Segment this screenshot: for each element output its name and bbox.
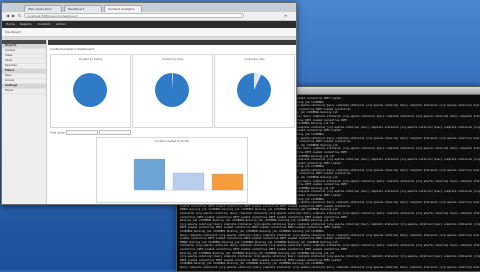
pie-title: Content by Status	[78, 58, 103, 61]
date-from-field[interactable]	[66, 130, 99, 135]
sidebar-item[interactable]: Export	[2, 89, 46, 94]
bar-2[interactable]	[172, 172, 205, 191]
pie-slice	[172, 73, 174, 90]
pie-chart[interactable]	[73, 73, 107, 107]
menu-icon[interactable]: ≡	[284, 13, 288, 18]
pie-chart[interactable]	[155, 73, 189, 107]
app-menu-bar: Home Reports Content Admin	[2, 21, 296, 28]
page-content: Reports Content Views Users Searches Filters S…	[2, 40, 296, 204]
address-bar[interactable]: localhost:8080/reports/dashboard	[24, 13, 244, 18]
page-header: Dashboard	[2, 28, 296, 37]
tab-strip: Web Application Dashboard Content Analyt…	[2, 3, 296, 21]
menu-item-reports[interactable]: Reports	[20, 21, 32, 28]
back-icon[interactable]: ◀	[6, 13, 10, 18]
menu-item-admin[interactable]: Admin	[56, 21, 66, 28]
tab-2[interactable]: Dashboard	[64, 5, 102, 12]
pie-slice	[254, 73, 262, 90]
dashboard-title: Content Analytics Dashboard	[50, 47, 94, 51]
bar-chart-panel: Content Created by Month	[96, 137, 248, 203]
pie-slice	[254, 73, 262, 90]
bar-1[interactable]	[133, 158, 166, 191]
tab-1[interactable]: Web Application	[24, 5, 62, 12]
menu-item-home[interactable]: Home	[6, 21, 15, 28]
page-title: Dashboard	[5, 30, 22, 34]
filter-label: Date range:	[50, 131, 66, 135]
menu-item-content[interactable]: Content	[38, 21, 50, 28]
address-row: ◀ ▶ ↻ localhost:8080/reports/dashboard ≡	[2, 12, 296, 21]
pie-panel-status: Content by Status	[50, 54, 131, 128]
pie-panel-site: Content by Site	[214, 54, 295, 128]
filter-bar: Date range:	[50, 130, 294, 135]
forward-icon[interactable]: ▶	[12, 13, 16, 18]
main-area: Content Analytics Dashboard Content by S…	[48, 40, 296, 204]
tab-3[interactable]: Content Analytics	[104, 5, 142, 12]
bar-chart[interactable]	[97, 138, 247, 202]
date-to-field[interactable]	[99, 130, 132, 135]
pie-panel-type: Content by Type	[132, 54, 213, 128]
pie-slice	[172, 73, 174, 90]
reload-icon[interactable]: ↻	[18, 13, 22, 18]
browser-window[interactable]: Web Application Dashboard Content Analyt…	[1, 2, 297, 205]
pie-title: Content by Site	[244, 58, 265, 61]
pie-title: Content by Type	[161, 58, 184, 61]
pie-chart[interactable]	[237, 73, 271, 107]
sidebar: Reports Content Views Users Searches Filters S…	[2, 40, 47, 204]
pie-slice	[73, 73, 107, 107]
bar-3[interactable]	[211, 173, 244, 191]
